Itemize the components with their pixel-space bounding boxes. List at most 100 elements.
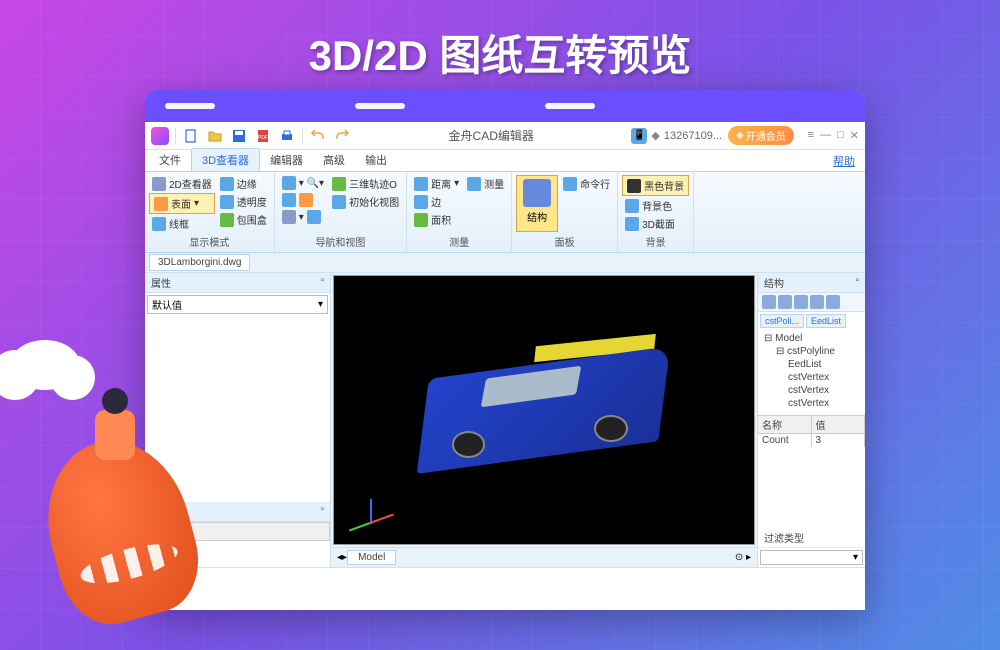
tree-tab-eedlist[interactable]: EedList (806, 314, 846, 328)
zoom-icon[interactable]: ▾ 🔍▾ (279, 175, 327, 191)
wireframe-button[interactable]: 线框 (149, 215, 215, 232)
tree-leaf[interactable]: EedList (760, 358, 863, 371)
group-title-display: 显示模式 (149, 234, 270, 249)
svg-text:PDF: PDF (258, 135, 268, 141)
structure-panel: 结构▫ cstPoli... EedList ⊟ Model ⊟ cstPoly… (757, 273, 865, 567)
pdf-icon[interactable]: PDF (254, 127, 272, 145)
ribbon-group-background: 黑色背景 背景色 3D截面 背景 (618, 172, 694, 252)
filter-dropdown[interactable]: ▾ (760, 550, 863, 565)
app-logo-icon (151, 127, 169, 145)
maximize-icon[interactable]: □ (837, 129, 844, 142)
group-title-measure: 测量 (411, 234, 507, 249)
minimize-icon[interactable]: — (820, 129, 831, 142)
file-tab[interactable]: 3DLamborgini.dwg (149, 254, 250, 271)
menu-tabs: 文件 3D查看器 编辑器 高级 输出 帮助 (145, 150, 865, 172)
structure-tree[interactable]: ⊟ Model ⊟ cstPolyline EedList cstVertex … (758, 330, 865, 415)
ribbon: 2D查看器 表面 ▾ 线框 边缘 透明度 包围盒 显示模式 ▾ 🔍▾ ▾ (145, 172, 865, 253)
vip-button[interactable]: ◈ 开通会员 (728, 126, 794, 145)
chevron-down-icon: ▾ (853, 552, 858, 563)
grid-cell: Count (758, 434, 812, 447)
structure-icon (523, 179, 551, 207)
orbit-3d-button[interactable]: 三维轨迹O (329, 175, 402, 192)
account-area[interactable]: 📱 ◆ 13267109... (631, 128, 722, 144)
measure-edge-button[interactable]: 边 (411, 193, 462, 210)
account-phone: 13267109... (664, 130, 722, 142)
cmdline-button[interactable]: 命令行 (560, 175, 613, 192)
grid-cell: 3 (812, 434, 866, 447)
structure-button[interactable]: 结构 (516, 175, 558, 232)
bg-color-button[interactable]: 背景色 (622, 197, 689, 214)
tool-icon[interactable] (778, 295, 792, 309)
tool-icon[interactable] (810, 295, 824, 309)
ribbon-group-nav: ▾ 🔍▾ ▾ 三维轨迹O 初始化视图 导航和视图 (275, 172, 407, 252)
print-icon[interactable] (278, 127, 296, 145)
open-folder-icon[interactable] (206, 127, 224, 145)
model-tab[interactable]: Model (347, 550, 396, 565)
tab-editor[interactable]: 编辑器 (260, 149, 313, 171)
help-link[interactable]: 帮助 (827, 151, 861, 171)
panel-close-icon[interactable]: ▫ (855, 275, 859, 290)
close-icon[interactable]: ✕ (850, 129, 859, 142)
3d-viewport[interactable] (333, 275, 755, 545)
surface-button[interactable]: 表面 ▾ (149, 193, 215, 214)
measure-button[interactable]: 测量 (464, 175, 507, 192)
app-title: 金舟CAD编辑器 (357, 127, 625, 144)
hero-title: 3D/2D 图纸互转预览 (309, 22, 692, 83)
tree-leaf[interactable]: cstVertex (760, 371, 863, 384)
undo-icon[interactable] (309, 127, 327, 145)
diamond-icon: ◈ (736, 130, 744, 141)
distance-button[interactable]: 距离 ▾ (411, 175, 462, 192)
tab-output[interactable]: 输出 (355, 149, 397, 171)
phone-icon: 📱 (631, 128, 647, 144)
tree-node-polyline[interactable]: ⊟ cstPolyline (760, 345, 863, 358)
ribbon-group-panel: 结构 命令行 面板 (512, 172, 618, 252)
structure-header: 结构▫ (758, 273, 865, 293)
tab-file[interactable]: 文件 (149, 149, 191, 171)
viewer-2d-button[interactable]: 2D查看器 (149, 175, 215, 192)
tab-3d-viewer[interactable]: 3D查看器 (191, 148, 260, 171)
ribbon-group-measure: 距离 ▾ 边 面积 测量 测量 (407, 172, 512, 252)
panel-close-icon[interactable]: ▫ (320, 504, 324, 519)
tree-node-model[interactable]: ⊟ Model (760, 332, 863, 345)
grid-col-value: 值 (812, 416, 866, 433)
new-file-icon[interactable] (182, 127, 200, 145)
file-tab-bar: 3DLamborgini.dwg (145, 253, 865, 273)
model-tab-bar: ◂ ▸ Model ⊙ ▸ (331, 547, 757, 567)
area-button[interactable]: 面积 (411, 211, 462, 228)
structure-toolbar (758, 293, 865, 312)
save-icon[interactable] (230, 127, 248, 145)
workspace: 属性▫ 默认值▾ 书夹▫ 路径 ◂ ▸ Model ⊙ ▸ (145, 273, 865, 567)
viewport-menu-icon[interactable]: ⊙ ▸ (735, 552, 751, 563)
tool-icon[interactable] (826, 295, 840, 309)
ribbon-group-display: 2D查看器 表面 ▾ 线框 边缘 透明度 包围盒 显示模式 (145, 172, 275, 252)
chevron-down-icon: ▾ (318, 299, 323, 310)
tool-icon[interactable] (794, 295, 808, 309)
command-area[interactable] (145, 567, 865, 610)
group-title-panel: 面板 (516, 234, 613, 249)
settings-icon[interactable]: ≡ (808, 129, 814, 142)
tree-tab-polyline[interactable]: cstPoli... (760, 314, 804, 328)
filter-label: 过滤类型 (758, 528, 865, 548)
tab-advanced[interactable]: 高级 (313, 149, 355, 171)
pan-icon[interactable] (279, 192, 327, 208)
panel-close-icon[interactable]: ▫ (320, 275, 324, 290)
grid-col-name: 名称 (758, 416, 812, 433)
default-dropdown[interactable]: 默认值▾ (147, 295, 328, 314)
properties-header: 属性▫ (145, 273, 330, 293)
black-bg-button[interactable]: 黑色背景 (622, 175, 689, 196)
tree-leaf[interactable]: cstVertex (760, 397, 863, 410)
view-icon[interactable]: ▾ (279, 209, 327, 225)
tree-leaf[interactable]: cstVertex (760, 384, 863, 397)
cloud-decoration (10, 340, 80, 390)
rocket-decoration (20, 420, 220, 620)
bbox-button[interactable]: 包围盒 (217, 211, 270, 228)
window-chrome (145, 90, 865, 122)
init-view-button[interactable]: 初始化视图 (329, 193, 402, 210)
redo-icon[interactable] (333, 127, 351, 145)
group-title-nav: 导航和视图 (279, 234, 402, 249)
tool-icon[interactable] (762, 295, 776, 309)
edge-button[interactable]: 边缘 (217, 175, 270, 192)
transparency-button[interactable]: 透明度 (217, 193, 270, 210)
axis-gizmo-icon (350, 484, 390, 524)
crop-3d-button[interactable]: 3D截面 (622, 215, 689, 232)
